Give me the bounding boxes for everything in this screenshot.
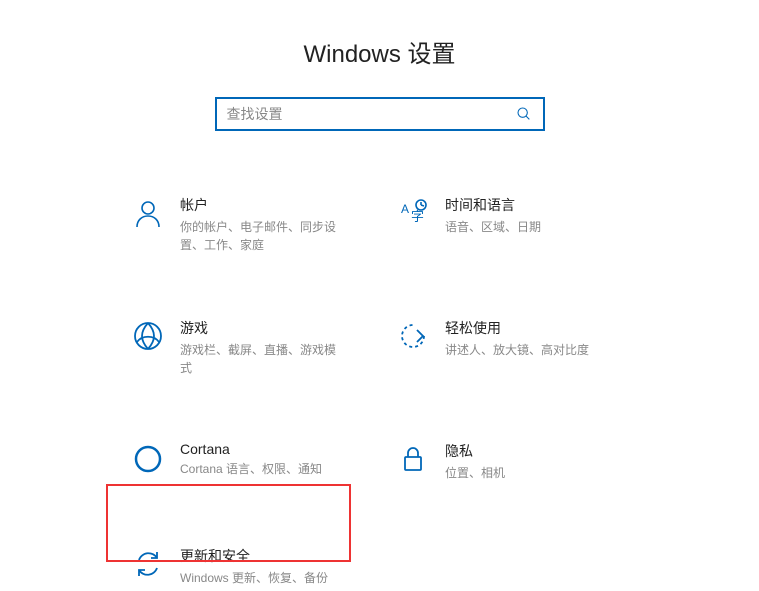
- svg-text:字: 字: [411, 209, 424, 224]
- tile-desc: 语音、区域、日期: [445, 218, 541, 236]
- update-security-icon: [130, 546, 166, 582]
- tile-desc: Cortana 语言、权限、通知: [180, 460, 322, 478]
- ease-of-access-icon: [395, 318, 431, 354]
- svg-text:A: A: [401, 202, 409, 216]
- gaming-icon: [130, 318, 166, 354]
- search-box[interactable]: [215, 97, 545, 131]
- tile-accounts[interactable]: 帐户 你的帐户、电子邮件、同步设置、工作、家庭: [130, 191, 395, 258]
- tile-desc: Windows 更新、恢复、备份: [180, 569, 328, 587]
- page-title: Windows 设置: [0, 0, 759, 97]
- privacy-icon: [395, 441, 431, 477]
- tile-title: 隐私: [445, 441, 505, 461]
- time-language-icon: A 字: [395, 195, 431, 231]
- tile-time-language[interactable]: A 字 时间和语言 语音、区域、日期: [395, 191, 660, 258]
- tile-desc: 游戏栏、截屏、直播、游戏模式: [180, 341, 340, 377]
- tile-update-security[interactable]: 更新和安全 Windows 更新、恢复、备份: [130, 542, 395, 591]
- tile-desc: 你的帐户、电子邮件、同步设置、工作、家庭: [180, 218, 340, 254]
- tile-title: 更新和安全: [180, 546, 328, 566]
- search-container: [0, 97, 759, 131]
- tile-gaming[interactable]: 游戏 游戏栏、截屏、直播、游戏模式: [130, 314, 395, 381]
- tile-title: Cortana: [180, 441, 322, 457]
- tile-title: 时间和语言: [445, 195, 541, 215]
- search-icon: [515, 105, 533, 123]
- tile-cortana[interactable]: Cortana Cortana 语言、权限、通知: [130, 437, 395, 486]
- tile-desc: 讲述人、放大镜、高对比度: [445, 341, 589, 359]
- tile-title: 游戏: [180, 318, 340, 338]
- tile-desc: 位置、相机: [445, 464, 505, 482]
- tile-title: 帐户: [180, 195, 340, 215]
- search-input[interactable]: [227, 106, 515, 122]
- accounts-icon: [130, 195, 166, 231]
- tile-privacy[interactable]: 隐私 位置、相机: [395, 437, 660, 486]
- cortana-icon: [130, 441, 166, 477]
- tile-ease-of-access[interactable]: 轻松使用 讲述人、放大镜、高对比度: [395, 314, 660, 381]
- settings-grid: 帐户 你的帐户、电子邮件、同步设置、工作、家庭 A 字 时间和语言 语音、区域、…: [0, 191, 759, 591]
- tile-title: 轻松使用: [445, 318, 589, 338]
